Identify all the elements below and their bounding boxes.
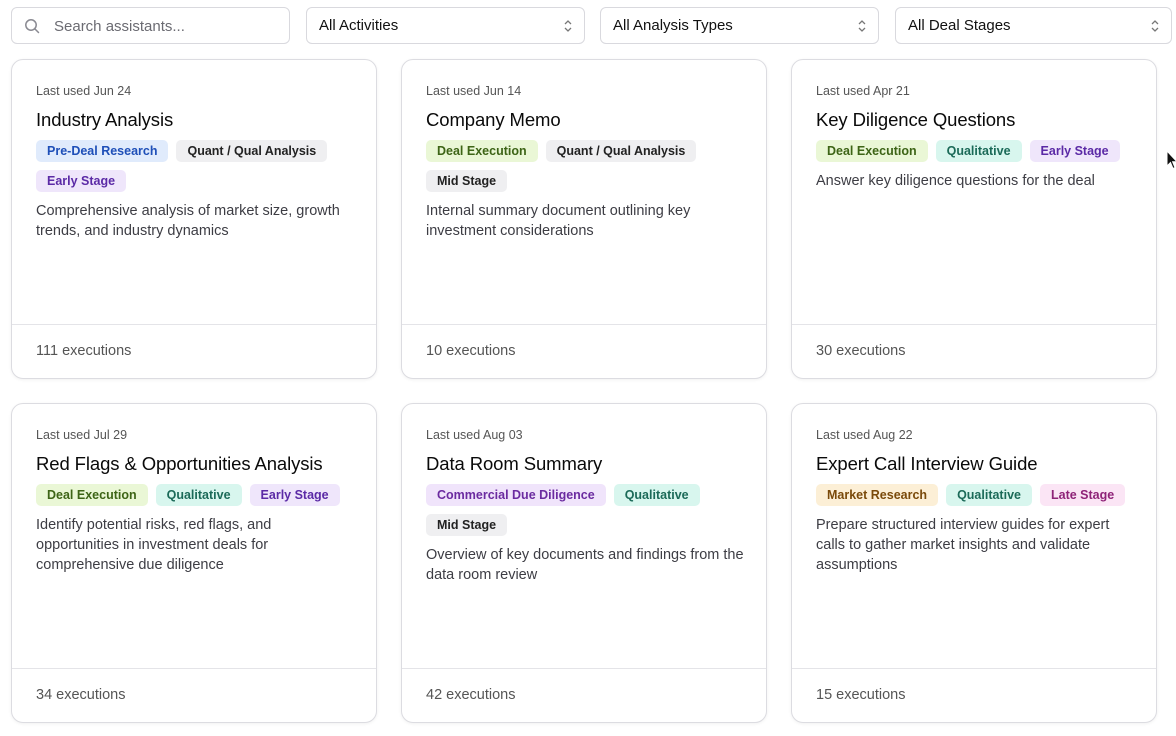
assistant-card-key-diligence-questions[interactable]: Last used Apr 21 Key Diligence Questions… <box>791 59 1157 379</box>
analysis-types-select-value: All Analysis Types <box>613 17 733 34</box>
assistant-card-expert-call-interview-guide[interactable]: Last used Aug 22 Expert Call Interview G… <box>791 403 1157 723</box>
card-footer: 42 executions <box>402 668 766 722</box>
last-used-date: Last used Jul 29 <box>36 428 128 442</box>
mouse-pointer-icon <box>1166 150 1176 170</box>
tag-deal-stage: Late Stage <box>1039 484 1126 506</box>
card-title: Expert Call Interview Guide <box>816 453 1038 474</box>
last-used-date: Last used Aug 03 <box>426 428 523 442</box>
activities-select[interactable]: All Activities <box>306 7 585 44</box>
chevron-updown-icon <box>1151 20 1159 32</box>
card-title: Industry Analysis <box>36 109 174 130</box>
assistant-card-industry-analysis[interactable]: Last used Jun 24 Industry Analysis Pre-D… <box>11 59 377 379</box>
card-footer: 10 executions <box>402 324 766 378</box>
card-footer: 34 executions <box>12 668 376 722</box>
deal-stages-select-value: All Deal Stages <box>908 17 1011 34</box>
tag-analysis-type: Qualitative <box>946 484 1032 506</box>
tag-deal-stage: Early Stage <box>1029 140 1120 162</box>
tag-list: Pre-Deal Research Quant / Qual Analysis … <box>36 140 352 192</box>
execution-count: 30 executions <box>816 343 906 359</box>
card-description: Comprehensive analysis of market size, g… <box>36 203 340 239</box>
tag-deal-stage: Early Stage <box>249 484 340 506</box>
tag-list: Deal Execution Quant / Qual Analysis Mid… <box>426 140 742 192</box>
tag-activity: Commercial Due Diligence <box>426 484 606 506</box>
card-description: Identify potential risks, red flags, and… <box>36 517 272 573</box>
tag-analysis-type: Qualitative <box>935 140 1022 162</box>
card-footer: 30 executions <box>792 324 1156 378</box>
tag-deal-stage: Early Stage <box>36 170 127 192</box>
card-footer: 15 executions <box>792 668 1156 722</box>
last-used-date: Last used Jun 14 <box>426 84 522 98</box>
tag-deal-stage: Mid Stage <box>426 514 508 536</box>
tag-deal-stage: Mid Stage <box>426 170 508 192</box>
execution-count: 15 executions <box>816 687 906 703</box>
card-title: Data Room Summary <box>426 453 603 474</box>
assistant-card-company-memo[interactable]: Last used Jun 14 Company Memo Deal Execu… <box>401 59 767 379</box>
tag-analysis-type: Quant / Qual Analysis <box>176 140 328 162</box>
tag-activity: Deal Execution <box>36 484 148 506</box>
tag-analysis-type: Qualitative <box>155 484 242 506</box>
last-used-date: Last used Jun 24 <box>36 84 132 98</box>
card-title: Key Diligence Questions <box>816 109 1016 130</box>
execution-count: 111 executions <box>36 343 132 359</box>
filter-bar: All Activities All Analysis Types All De… <box>11 7 1172 44</box>
last-used-date: Last used Apr 21 <box>816 84 910 98</box>
search-icon <box>25 19 40 34</box>
last-used-date: Last used Aug 22 <box>816 428 913 442</box>
chevron-updown-icon <box>858 20 866 32</box>
card-footer: 111 executions <box>12 324 376 378</box>
card-description: Internal summary document outlining key … <box>426 203 691 239</box>
card-title: Company Memo <box>426 109 561 130</box>
card-description: Overview of key documents and findings f… <box>426 547 744 583</box>
tag-activity: Pre-Deal Research <box>36 140 169 162</box>
tag-activity: Market Research <box>816 484 939 506</box>
tag-analysis-type: Quant / Qual Analysis <box>545 140 697 162</box>
tag-activity: Deal Execution <box>426 140 538 162</box>
chevron-updown-icon <box>564 20 572 32</box>
search-input[interactable] <box>52 14 282 38</box>
tag-list: Commercial Due Diligence Qualitative Mid… <box>426 484 742 536</box>
activities-select-value: All Activities <box>319 17 399 34</box>
card-title: Red Flags & Opportunities Analysis <box>36 453 323 474</box>
tag-list: Deal Execution Qualitative Early Stage <box>816 140 1132 162</box>
tag-analysis-type: Qualitative <box>613 484 700 506</box>
execution-count: 10 executions <box>426 343 516 359</box>
search-box[interactable] <box>11 7 290 44</box>
execution-count: 42 executions <box>426 687 516 703</box>
tag-list: Market Research Qualitative Late Stage <box>816 484 1132 506</box>
tag-activity: Deal Execution <box>816 140 928 162</box>
assistant-card-red-flags-opportunities[interactable]: Last used Jul 29 Red Flags & Opportuniti… <box>11 403 377 723</box>
card-description: Answer key diligence questions for the d… <box>816 173 1095 189</box>
execution-count: 34 executions <box>36 687 126 703</box>
analysis-types-select[interactable]: All Analysis Types <box>600 7 879 44</box>
deal-stages-select[interactable]: All Deal Stages <box>895 7 1172 44</box>
card-description: Prepare structured interview guides for … <box>816 517 1110 573</box>
tag-list: Deal Execution Qualitative Early Stage <box>36 484 352 506</box>
assistant-card-data-room-summary[interactable]: Last used Aug 03 Data Room Summary Comme… <box>401 403 767 723</box>
